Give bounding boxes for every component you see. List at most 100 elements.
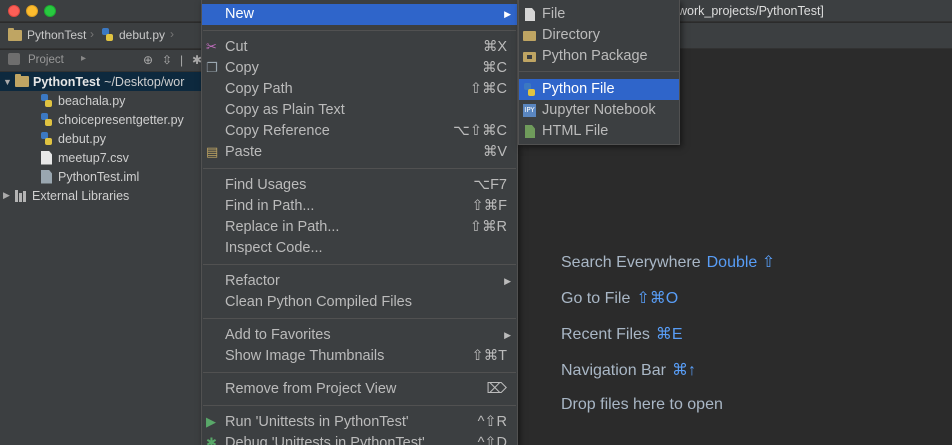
menu-separator xyxy=(203,30,516,31)
submenu-item-python-file[interactable]: Python File xyxy=(519,79,679,100)
context-menu: New ▶ ✂ Cut ⌘X ❐ Copy ⌘C Copy Path ⇧⌘C C… xyxy=(201,0,518,445)
hint-shortcut: ⌘↑ xyxy=(671,362,696,379)
menu-item-label: Refactor xyxy=(225,273,280,289)
menu-item-remove-from-view[interactable]: Remove from Project View ⌦ xyxy=(202,379,517,400)
collapse-arrow-icon[interactable]: ▶ xyxy=(3,190,13,201)
menu-item-shortcut: ^⇧R xyxy=(477,414,507,430)
submenu-item-file[interactable]: File xyxy=(519,4,679,25)
submenu-item-label: Python Package xyxy=(542,48,648,64)
menu-separator xyxy=(203,168,516,169)
menu-item-label: Find in Path... xyxy=(225,198,315,214)
package-folder-icon xyxy=(523,52,536,62)
menu-item-refactor[interactable]: Refactor ▶ xyxy=(202,271,517,292)
menu-item-shortcut: ⇧⌘T xyxy=(471,348,507,364)
maximize-window-button[interactable] xyxy=(44,5,56,17)
submenu-arrow-icon: ▶ xyxy=(504,330,511,340)
tree-item-file[interactable]: choicepresentgetter.py xyxy=(40,110,184,129)
menu-item-run[interactable]: ▶ Run 'Unittests in PythonTest' ^⇧R xyxy=(202,412,517,433)
module-file-icon xyxy=(41,169,52,184)
tree-item-file[interactable]: PythonTest.iml xyxy=(40,167,139,186)
text-file-icon xyxy=(41,150,52,165)
submenu-item-label: Jupyter Notebook xyxy=(542,102,656,118)
tree-item-label: debut.py xyxy=(58,131,106,146)
breadcrumb-separator-icon: › xyxy=(90,27,94,41)
new-submenu: File Directory Python Package Python Fil… xyxy=(518,0,680,145)
run-icon: ▶ xyxy=(206,414,216,429)
breadcrumb-file[interactable]: debut.py xyxy=(101,28,165,42)
clipboard-icon: ▤ xyxy=(206,144,219,159)
tree-item-file[interactable]: debut.py xyxy=(40,129,106,148)
hint-recent-files: Recent Files ⌘E xyxy=(561,324,683,344)
tree-item-file[interactable]: beachala.py xyxy=(40,91,125,110)
submenu-item-python-package[interactable]: Python Package xyxy=(519,46,679,67)
menu-item-clean-compiled[interactable]: Clean Python Compiled Files xyxy=(202,292,517,313)
minimize-window-button[interactable] xyxy=(26,5,38,17)
locate-icon[interactable]: ⊕ xyxy=(143,53,153,67)
menu-item-copy-reference[interactable]: Copy Reference ⌥⇧⌘C xyxy=(202,121,517,142)
menu-item-label: Cut xyxy=(225,39,248,55)
submenu-item-directory[interactable]: Directory xyxy=(519,25,679,46)
menu-item-find-usages[interactable]: Find Usages ⌥F7 xyxy=(202,175,517,196)
submenu-item-html-file[interactable]: HTML File xyxy=(519,121,679,142)
menu-item-copy[interactable]: ❐ Copy ⌘C xyxy=(202,58,517,79)
hint-shortcut: ⇧⌘O xyxy=(636,290,679,307)
breadcrumb-project[interactable]: PythonTest xyxy=(8,27,87,42)
expand-arrow-icon[interactable]: ▼ xyxy=(3,77,13,87)
folder-icon xyxy=(8,27,22,41)
divider-icon: | xyxy=(180,53,184,67)
hint-label: Drop files here to open xyxy=(561,396,723,413)
submenu-arrow-icon: ▶ xyxy=(504,276,511,286)
menu-item-label: Show Image Thumbnails xyxy=(225,348,385,364)
menu-item-shortcut: ⌦ xyxy=(486,381,507,397)
menu-item-find-in-path[interactable]: Find in Path... ⇧⌘F xyxy=(202,196,517,217)
submenu-item-label: Python File xyxy=(542,81,615,97)
hint-label: Recent Files xyxy=(561,326,650,343)
hint-label: Search Everywhere xyxy=(561,254,701,271)
menu-item-debug[interactable]: ✱ Debug 'Unittests in PythonTest' ^⇧D xyxy=(202,433,517,445)
menu-item-shortcut: ⇧⌘C xyxy=(469,81,507,97)
submenu-arrow-icon: ▶ xyxy=(504,9,511,19)
menu-item-copy-path[interactable]: Copy Path ⇧⌘C xyxy=(202,79,517,100)
menu-item-replace-in-path[interactable]: Replace in Path... ⇧⌘R xyxy=(202,217,517,238)
menu-item-new[interactable]: New ▶ xyxy=(202,4,517,25)
hint-go-to-file: Go to File ⇧⌘O xyxy=(561,288,678,308)
close-window-button[interactable] xyxy=(8,5,20,17)
python-file-icon xyxy=(40,112,53,127)
tree-item-file[interactable]: meetup7.csv xyxy=(40,148,129,167)
window-title: work_projects/PythonTest] xyxy=(678,4,824,18)
menu-item-paste[interactable]: ▤ Paste ⌘V xyxy=(202,142,517,163)
tree-item-label: PythonTest.iml xyxy=(58,169,140,184)
menu-item-show-thumbnails[interactable]: Show Image Thumbnails ⇧⌘T xyxy=(202,346,517,367)
hint-search-everywhere: Search Everywhere Double ⇧ xyxy=(561,252,775,272)
project-view-selector[interactable]: Project xyxy=(28,54,64,66)
breadcrumb-project-label: PythonTest xyxy=(27,28,87,42)
menu-item-cut[interactable]: ✂ Cut ⌘X xyxy=(202,37,517,58)
menu-item-shortcut: ⌘V xyxy=(482,144,507,160)
project-folder-icon xyxy=(15,74,29,87)
submenu-item-jupyter-notebook[interactable]: IPY Jupyter Notebook xyxy=(519,100,679,121)
menu-item-copy-plain-text[interactable]: Copy as Plain Text xyxy=(202,100,517,121)
hint-label: Navigation Bar xyxy=(561,362,666,379)
menu-item-inspect-code[interactable]: Inspect Code... xyxy=(202,238,517,259)
debug-bug-icon: ✱ xyxy=(206,435,217,445)
menu-item-label: Remove from Project View xyxy=(225,381,397,397)
library-icon xyxy=(15,189,27,202)
project-panel-header: Project ▸ ⊕ ⇳ | ✱ xyxy=(0,50,202,72)
menu-separator xyxy=(203,318,516,319)
menu-item-label: Add to Favorites xyxy=(225,327,331,343)
tree-item-external-libraries[interactable]: ▶ External Libraries xyxy=(0,186,129,205)
dropdown-arrow-icon[interactable]: ▸ xyxy=(81,53,86,64)
python-file-icon xyxy=(40,131,53,146)
scissors-icon: ✂ xyxy=(206,39,217,54)
menu-item-add-to-favorites[interactable]: Add to Favorites ▶ xyxy=(202,325,517,346)
menu-item-label: Find Usages xyxy=(225,177,307,193)
project-root-path: ~/Desktop/wor xyxy=(104,74,185,89)
python-file-icon xyxy=(523,83,536,96)
tree-item-project-root[interactable]: ▼ PythonTest ~/Desktop/wor xyxy=(0,72,202,91)
collapse-all-icon[interactable]: ⇳ xyxy=(162,53,172,67)
menu-item-label: Debug 'Unittests in PythonTest' xyxy=(225,435,425,445)
menu-separator xyxy=(203,264,516,265)
hint-navigation-bar: Navigation Bar ⌘↑ xyxy=(561,360,696,380)
menu-item-shortcut: ^⇧D xyxy=(477,435,507,445)
menu-item-shortcut: ⇧⌘R xyxy=(469,219,507,235)
